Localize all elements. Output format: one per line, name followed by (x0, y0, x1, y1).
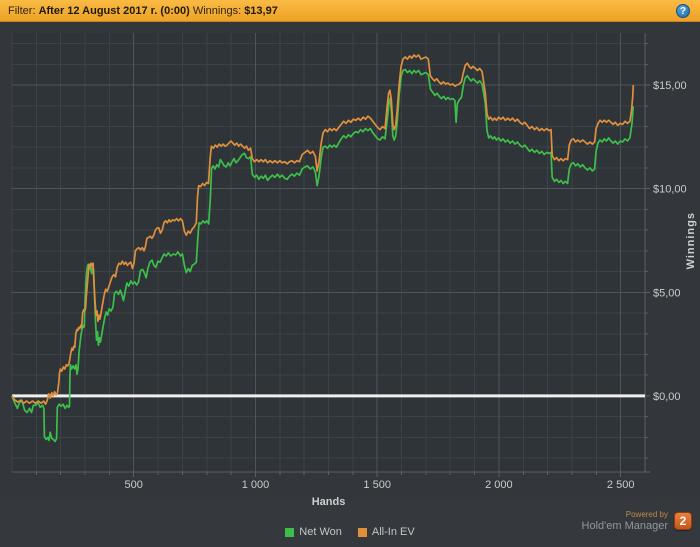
x-axis-title: Hands (311, 496, 346, 508)
filter-bar: Filter: After 12 August 2017 r. (0:00) W… (0, 0, 700, 22)
x-tick-label: 2 500 (607, 479, 635, 491)
brand-label: Hold'em Manager (581, 519, 668, 532)
hm2-logo-icon: 2 (674, 512, 692, 531)
legend-label-all-in-ev: All-In EV (371, 526, 415, 538)
winnings-value: $13,97 (244, 4, 278, 17)
help-icon[interactable]: ? (676, 4, 690, 18)
filter-label: Filter: (8, 4, 39, 17)
y-tick-label: $0,00 (653, 391, 681, 403)
all-in-ev-swatch-icon (357, 527, 367, 537)
x-tick-label: 1 500 (363, 479, 391, 491)
x-tick-label: 1 000 (242, 479, 270, 491)
net-won-swatch-icon (285, 527, 295, 537)
y-tick-label: $10,00 (653, 184, 687, 196)
filter-value: After 12 August 2017 r. (0:00) (38, 4, 190, 17)
hm2-logo-number: 2 (679, 514, 687, 529)
winnings-chart: 500 1 000 1 500 2 000 2 500 $0,00 $5,00 $10,00 $… (0, 22, 700, 500)
powered-by: Powered by Hold'em Manager 2 (581, 510, 692, 532)
y-tick-label: $15,00 (653, 80, 687, 92)
legend-item-net-won: Net Won (285, 526, 342, 538)
legend-item-all-in-ev: All-In EV (357, 526, 415, 538)
x-tick-label: 2 000 (485, 479, 513, 491)
winnings-label: Winnings: (189, 4, 245, 17)
y-axis-title: Winnings (685, 212, 697, 270)
legend-label-net-won: Net Won (299, 526, 342, 538)
hm2-graph-window: Filter: After 12 August 2017 r. (0:00) W… (0, 0, 700, 547)
winnings-graph-svg: 500 1 000 1 500 2 000 2 500 $0,00 $5,00 $10,00 $… (11, 33, 687, 491)
y-tick-label: $5,00 (653, 287, 681, 299)
x-tick-label: 500 (125, 479, 143, 491)
powered-by-label: Powered by (625, 510, 668, 519)
